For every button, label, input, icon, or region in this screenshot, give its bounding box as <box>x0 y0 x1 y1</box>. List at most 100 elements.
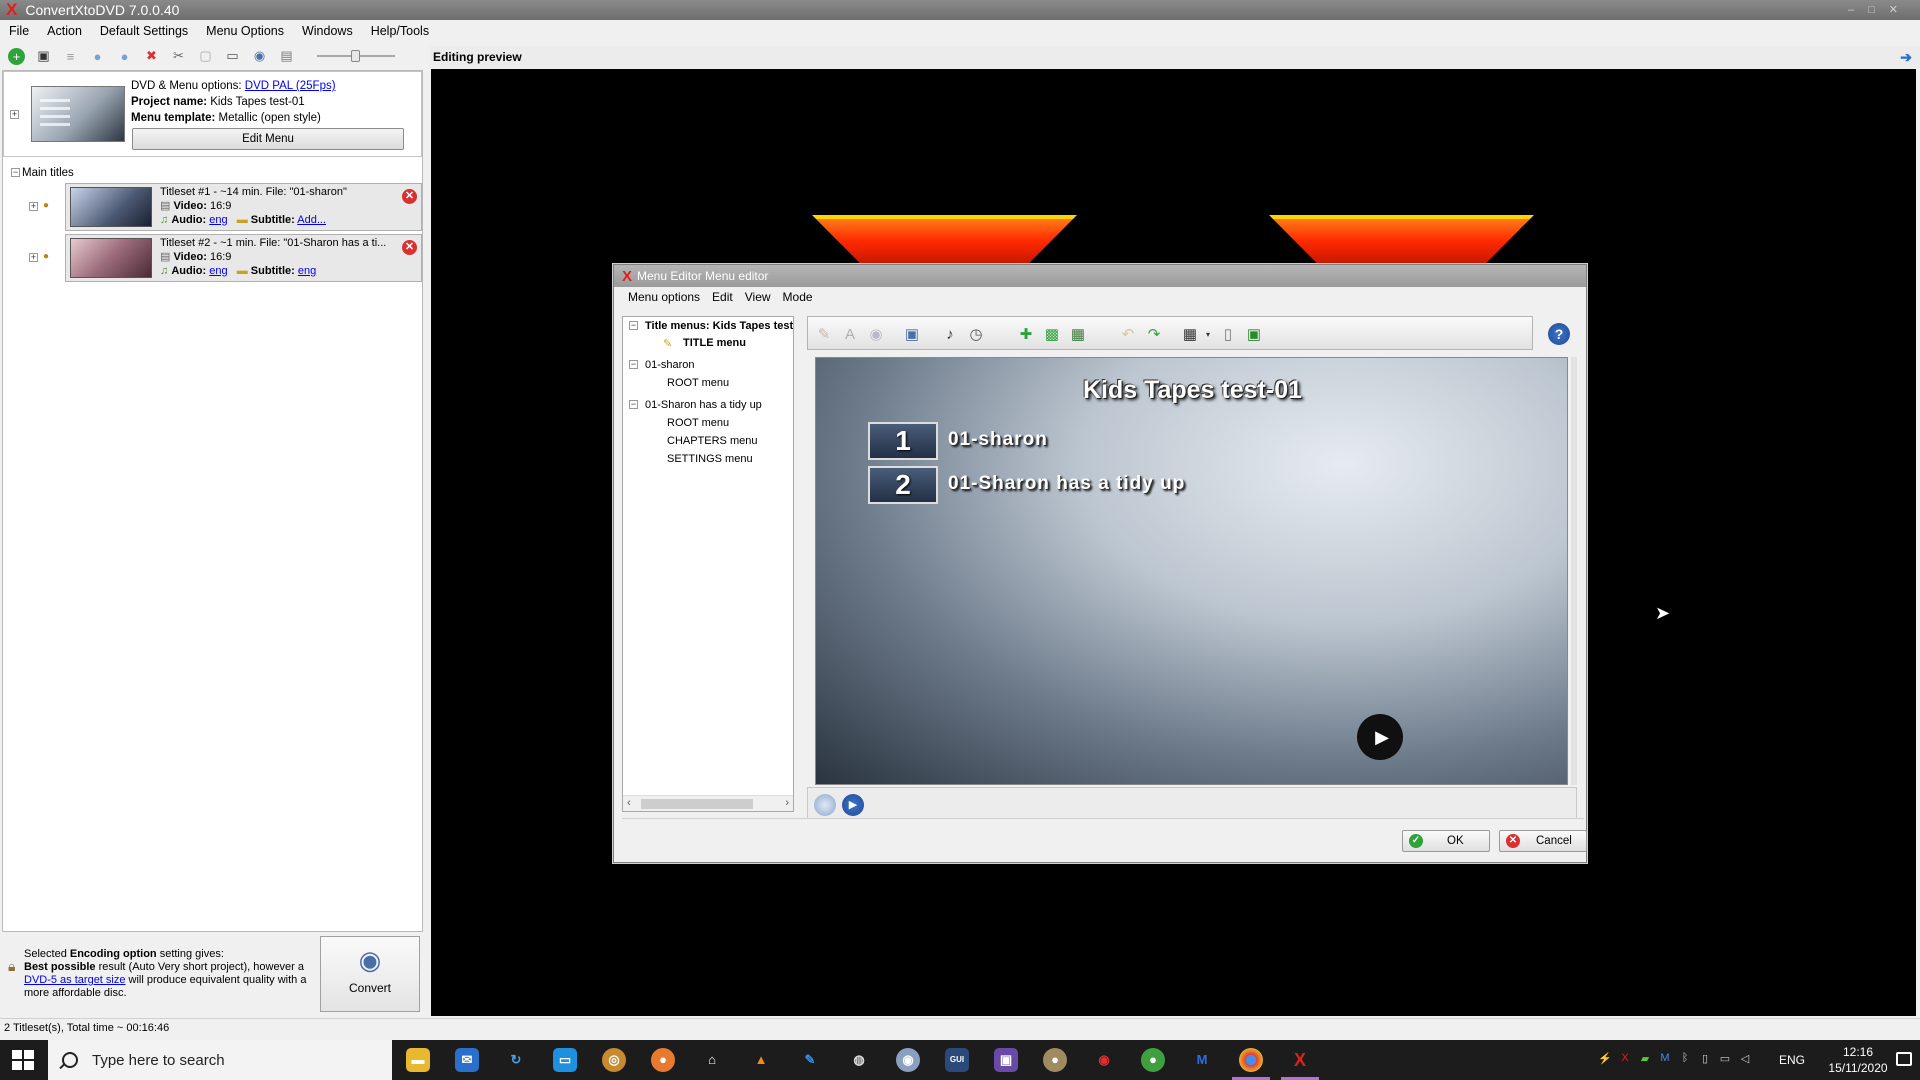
remove-titleset-icon[interactable]: ✕ <box>402 189 417 204</box>
tool-icon[interactable]: ≡ <box>62 48 79 65</box>
refresh-app-icon[interactable]: ↻ <box>504 1048 528 1072</box>
grid-icon[interactable]: ▦ <box>1180 325 1200 345</box>
add-button-icon[interactable]: ✚ <box>1016 325 1036 345</box>
network-icon[interactable]: ▭ <box>1718 1052 1732 1066</box>
notifications-icon[interactable] <box>1896 1052 1912 1066</box>
timer-icon[interactable]: ◷ <box>966 325 986 345</box>
subtitle-link[interactable]: eng <box>298 265 316 277</box>
music-icon[interactable]: ♪ <box>940 325 960 345</box>
menu-windows[interactable]: Windows <box>293 24 362 38</box>
menu-canvas[interactable]: Kids Tapes test-01 1 01-sharon 2 01-Shar… <box>815 357 1568 785</box>
eye-icon[interactable]: ◉ <box>866 325 886 345</box>
titleset-row[interactable]: Titleset #1 - ~14 min. File: "01-sharon"… <box>65 183 422 231</box>
document-icon[interactable]: ▤ <box>278 48 295 65</box>
collapse-icon[interactable]: − <box>629 400 638 409</box>
app-icon[interactable]: ● <box>1141 1048 1165 1072</box>
chevron-down-icon[interactable]: ▾ <box>1198 325 1218 345</box>
dvd-options-link[interactable]: DVD PAL (25Fps) <box>245 80 336 92</box>
background-settings-icon[interactable]: ▣ <box>902 325 922 345</box>
monitor-icon[interactable]: ▭ <box>224 48 241 65</box>
collapse-icon[interactable]: − <box>629 360 638 369</box>
menu-menu-options[interactable]: Menu options <box>622 290 706 304</box>
app-tray-icon[interactable]: ▰ <box>1638 1052 1652 1066</box>
add-object-icon[interactable]: ▦ <box>1068 325 1088 345</box>
audio-link[interactable]: eng <box>209 265 227 277</box>
dvd5-target-link[interactable]: DVD-5 as target size <box>24 974 125 986</box>
page-icon[interactable]: ▢ <box>197 48 214 65</box>
app-icon[interactable]: ◎ <box>602 1048 626 1072</box>
tree-node-01-sharon-tidy[interactable]: 01-Sharon has a tidy up <box>645 399 762 411</box>
bluetooth-icon[interactable]: ᛒ <box>1678 1052 1692 1066</box>
malwarebytes-icon[interactable]: M <box>1190 1048 1214 1072</box>
taskbar-search[interactable]: Type here to search <box>48 1040 392 1080</box>
expand-icon[interactable]: + <box>29 253 38 262</box>
ok-button[interactable]: ✓ OK <box>1402 830 1490 852</box>
expand-icon[interactable]: + <box>10 110 19 119</box>
window-controls[interactable]: –□✕ <box>1848 3 1912 16</box>
stop-icon[interactable] <box>814 794 836 816</box>
menu-mode[interactable]: Mode <box>777 290 819 304</box>
tree-node-01-sharon[interactable]: 01-sharon <box>645 359 695 371</box>
zoom-slider[interactable] <box>317 49 395 63</box>
tree-node-chapters-menu[interactable]: CHAPTERS menu <box>667 435 757 447</box>
cancel-button[interactable]: ✕ Cancel <box>1499 830 1587 852</box>
usb-icon[interactable]: ▯ <box>1698 1052 1712 1066</box>
menu-title-text[interactable]: Kids Tapes test-01 <box>816 376 1567 405</box>
move-up-icon[interactable]: ● <box>116 48 133 65</box>
text-icon[interactable]: A <box>840 325 860 345</box>
menu-edit[interactable]: Edit <box>706 290 739 304</box>
settings-icon[interactable]: ✂ <box>170 48 187 65</box>
arrow-right-icon[interactable]: ➔ <box>1900 49 1912 66</box>
file-explorer-icon[interactable]: ▬ <box>406 1048 430 1072</box>
main-titles-node[interactable]: − Main titles <box>11 167 74 179</box>
play-icon[interactable]: ▶ <box>842 794 864 816</box>
redo-icon[interactable]: ↷ <box>1144 325 1164 345</box>
menu-view[interactable]: View <box>739 290 777 304</box>
titleset-row[interactable]: Titleset #2 - ~1 min. File: "01-Sharon h… <box>65 234 422 282</box>
chrome-icon[interactable] <box>1239 1048 1263 1072</box>
app-icon[interactable]: ▣ <box>994 1048 1018 1072</box>
canvas-vscrollbar[interactable] <box>1571 357 1577 785</box>
brush-icon[interactable]: ✎ <box>814 325 834 345</box>
window-app-icon[interactable]: ▭ <box>553 1048 577 1072</box>
tree-node-title-menus[interactable]: Title menus: Kids Tapes test-01 <box>645 320 793 332</box>
add-icon[interactable]: + <box>8 47 25 65</box>
windows-start-icon[interactable] <box>12 1050 34 1070</box>
menu-file[interactable]: File <box>0 24 38 38</box>
tree-node-root-menu[interactable]: ROOT menu <box>667 377 729 389</box>
remove-icon[interactable]: ✖ <box>143 48 160 65</box>
convert-button[interactable]: ◉ Convert <box>320 936 420 1012</box>
vlc-icon[interactable]: ▲ <box>749 1048 773 1072</box>
app-icon[interactable]: ● <box>1043 1048 1067 1072</box>
expand-icon[interactable]: + <box>29 202 38 211</box>
remove-titleset-icon[interactable]: ✕ <box>402 240 417 255</box>
menu-thumbnail[interactable] <box>31 86 125 142</box>
safe-area-icon[interactable]: ▣ <box>1244 325 1264 345</box>
volume-icon[interactable]: ◁ <box>1738 1052 1752 1066</box>
convertx-tray-icon[interactable]: X <box>1618 1052 1632 1066</box>
menu-action[interactable]: Action <box>38 24 91 38</box>
tree-node-title-menu[interactable]: TITLE menu <box>683 337 746 349</box>
language-indicator[interactable]: ENG <box>1779 1053 1805 1067</box>
app-icon[interactable]: ⌂ <box>700 1048 724 1072</box>
app-icon[interactable]: GUI <box>945 1048 969 1072</box>
edit-menu-button[interactable]: Edit Menu <box>132 128 404 150</box>
tree-node-root-menu[interactable]: ROOT menu <box>667 417 729 429</box>
tree-hscrollbar[interactable]: ‹ › <box>623 795 793 811</box>
help-icon[interactable]: ? <box>1548 323 1570 345</box>
app-icon[interactable]: ◍ <box>847 1048 871 1072</box>
menu-help-tools[interactable]: Help/Tools <box>362 24 438 38</box>
audio-link[interactable]: eng <box>209 214 227 226</box>
move-down-icon[interactable]: ● <box>89 48 106 65</box>
disc-icon[interactable]: ◉ <box>251 48 268 65</box>
scroll-right-icon[interactable]: › <box>785 797 789 809</box>
scroll-left-icon[interactable]: ‹ <box>627 797 631 809</box>
play-icon[interactable]: ▶ <box>1357 714 1403 760</box>
app-icon[interactable]: ● <box>651 1048 675 1072</box>
collapse-icon[interactable]: − <box>11 168 20 178</box>
scroll-thumb[interactable] <box>641 799 753 809</box>
disc-app-icon[interactable]: ◉ <box>896 1048 920 1072</box>
malwarebytes-tray-icon[interactable]: M <box>1658 1052 1672 1066</box>
save-icon[interactable]: ▣ <box>35 48 52 65</box>
clock[interactable]: 12:16 15/11/2020 <box>1823 1044 1893 1076</box>
